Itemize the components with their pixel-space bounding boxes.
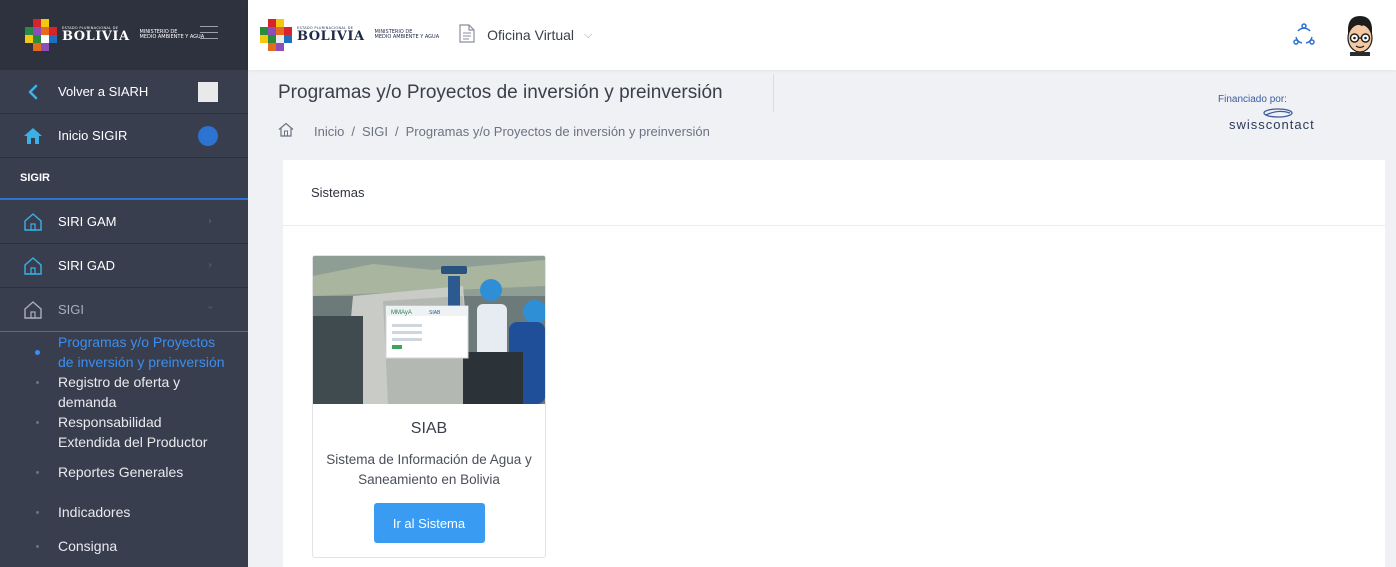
menu-toggle-icon[interactable] (200, 26, 218, 44)
topbar: ESTADO PLURINACIONAL DE BOLIVIA MINISTER… (248, 0, 1396, 70)
chevron-down-icon: ⌵ (584, 28, 593, 41)
sidebar-submenu: Programas y/o Proyectos de inversión y p… (0, 332, 248, 556)
logo-big-text: BOLIVIA (297, 29, 365, 45)
svg-text:MMAyA: MMAyA (391, 310, 412, 316)
breadcrumb-item[interactable]: Inicio (314, 124, 344, 139)
bolivia-emblem-icon (24, 18, 58, 52)
chevron-down-icon: › (204, 305, 216, 310)
bolivia-logo[interactable]: ESTADO PLURINACIONAL DE BOLIVIA MINISTER… (24, 18, 204, 52)
sidebar-item-label: Inicio SIGIR (58, 128, 128, 143)
menu-label: Oficina Virtual (487, 27, 575, 43)
page-title: Programas y/o Proyectos de inversión y p… (278, 82, 723, 103)
submenu-item-registro[interactable]: Registro de oferta y demanda (36, 372, 208, 412)
go-to-system-button[interactable]: Ir al Sistema (373, 503, 485, 543)
bolivia-logo[interactable]: ESTADO PLURINACIONAL DE BOLIVIA MINISTER… (259, 18, 439, 52)
sidebar-item-label: Volver a SIARH (58, 84, 149, 99)
building-icon (22, 299, 44, 321)
system-card-image: MMAyA SIAB (313, 256, 545, 404)
logo-ministry-text: MINISTERIO DE MEDIO AMBIENTE Y AGUA (139, 28, 205, 40)
home-icon (22, 125, 44, 147)
sidebar-item-siri-gad[interactable]: SIRI GAD › (0, 244, 248, 288)
logo-ministry-text: MINISTERIO DE MEDIO AMBIENTE Y AGUA (374, 28, 440, 40)
sidebar-section-title: SIGIR (0, 158, 248, 200)
submenu-item-reportes[interactable]: Reportes Generales (36, 462, 228, 482)
sidebar-item-siri-gam[interactable]: SIRI GAM › (0, 200, 248, 244)
breadcrumb-item-current: Programas y/o Proyectos de inversión y p… (405, 123, 710, 139)
sidebar: ESTADO PLURINACIONAL DE BOLIVIA MINISTER… (0, 0, 248, 567)
sidebar-item-back[interactable]: Volver a SIARH (0, 70, 248, 114)
avatar-icon[interactable] (1340, 14, 1380, 56)
home-icon[interactable] (278, 122, 294, 140)
system-card-siab: MMAyA SIAB SIAB Sistema de Información d… (312, 255, 546, 558)
breadcrumb-item[interactable]: SIGI (362, 124, 388, 139)
panel-heading: Sistemas (283, 160, 1385, 226)
sidebar-item-label: SIRI GAM (58, 214, 117, 229)
system-card-title: SIAB (410, 420, 448, 437)
sidebar-item-label: SIGI (58, 302, 85, 317)
title-divider (773, 74, 774, 112)
submenu-item-programas[interactable]: Programas y/o Proyectos de inversión y p… (35, 332, 228, 372)
systems-panel: Sistemas MMAyA SIAB SIAB Sistema de Info… (283, 160, 1385, 567)
submenu-item-responsabilidad[interactable]: Responsabilidad Extendida del Productor (36, 412, 218, 452)
submenu-item-indicadores[interactable]: Indicadores (36, 502, 228, 522)
svg-text:SIAB: SIAB (429, 310, 441, 316)
chevron-right-icon: › (208, 260, 212, 271)
status-dot (198, 126, 218, 146)
sidebar-item-home[interactable]: Inicio SIGIR (0, 114, 248, 158)
breadcrumb-separator: / (395, 123, 399, 139)
oficina-virtual-menu[interactable]: Oficina Virtual ⌵ (459, 24, 592, 46)
chevron-right-icon: › (208, 216, 212, 227)
sidebar-item-label: SIRI GAD (58, 258, 116, 273)
document-icon (459, 24, 475, 46)
bolivia-emblem-icon (259, 18, 293, 52)
swisscontact-logo-icon (1262, 104, 1294, 123)
building-icon (22, 211, 44, 233)
sidebar-brand: ESTADO PLURINACIONAL DE BOLIVIA MINISTER… (0, 0, 248, 70)
building-icon (22, 255, 44, 277)
logo-big-text: BOLIVIA (62, 29, 130, 45)
sidebar-item-sigi[interactable]: SIGI › (0, 288, 248, 332)
share-icon[interactable] (1292, 23, 1316, 51)
status-square (198, 82, 218, 102)
system-card-description: Sistema de Información de Agua y Saneami… (326, 452, 532, 487)
submenu-item-consigna[interactable]: Consigna (36, 536, 228, 556)
financed-by: Financiado por: swisscontact (1218, 94, 1338, 132)
breadcrumb: Inicio / SIGI / Programas y/o Proyectos … (278, 122, 710, 140)
chevron-left-icon (22, 81, 44, 103)
breadcrumb-separator: / (351, 123, 355, 139)
